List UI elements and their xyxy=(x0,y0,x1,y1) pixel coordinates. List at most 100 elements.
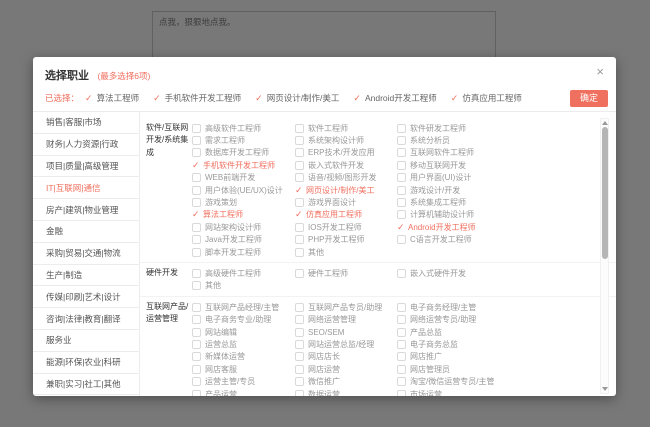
sidebar-item-category[interactable]: 传媒|印刷|艺术|设计 xyxy=(33,286,139,308)
job-option[interactable]: 产品运营 xyxy=(192,388,295,396)
job-option[interactable]: 软件研发工程师 xyxy=(397,122,547,134)
sidebar-item-category[interactable]: 能源|环保|农业|科研 xyxy=(33,352,139,374)
job-option[interactable]: 游戏策划 xyxy=(192,196,295,208)
job-option[interactable]: 计算机辅助设计师 xyxy=(397,209,547,221)
job-option[interactable]: C语言开发工程师 xyxy=(397,234,547,246)
job-option[interactable]: 运营总监 xyxy=(192,338,295,350)
selected-job-label: Android开发工程师 xyxy=(365,92,437,104)
job-option[interactable]: 其他 xyxy=(295,246,397,258)
job-option[interactable]: 网店推广 xyxy=(397,351,547,363)
close-icon[interactable]: × xyxy=(596,65,604,78)
job-option[interactable]: 网店管理员 xyxy=(397,363,547,375)
scrollbar-thumb[interactable] xyxy=(602,127,608,259)
sidebar-item-category[interactable]: 销售|客服|市场 xyxy=(33,112,139,134)
checkbox-icon xyxy=(295,365,304,374)
sidebar-item-category[interactable]: 咨询|法律|教育|翻译 xyxy=(33,308,139,330)
scrollbar[interactable] xyxy=(600,118,609,394)
sidebar-item-category[interactable]: IT|互联网|通信 xyxy=(33,177,139,199)
job-option[interactable]: 网站架构设计师 xyxy=(192,221,295,233)
job-option[interactable]: 互联网产品专员/助理 xyxy=(295,301,397,313)
job-option[interactable]: 运营主管/专员 xyxy=(192,375,295,387)
job-option[interactable]: 移动互联网开发 xyxy=(397,159,547,171)
job-option[interactable]: 互联网产品经理/主管 xyxy=(192,301,295,313)
job-option[interactable]: 新媒体运营 xyxy=(192,351,295,363)
job-option[interactable]: 微信推广 xyxy=(295,375,397,387)
check-icon: ✓ xyxy=(295,186,304,195)
job-option[interactable]: 网店店长 xyxy=(295,351,397,363)
job-option[interactable]: 高级硬件工程师 xyxy=(192,267,295,279)
job-option[interactable]: 电子商务专业/助理 xyxy=(192,313,295,325)
job-option[interactable]: 市场运营 xyxy=(397,388,547,396)
job-option[interactable]: 软件工程师 xyxy=(295,122,397,134)
job-option[interactable]: 语音/视频/图形开发 xyxy=(295,172,397,184)
job-option-label: 产品运营 xyxy=(205,389,237,397)
sidebar-item-category[interactable]: 采购|贸易|交通|物流 xyxy=(33,243,139,265)
job-option[interactable]: ✓算法工程师 xyxy=(192,209,295,221)
sidebar-item-category[interactable]: 兼职|实习|社工|其他 xyxy=(33,374,139,396)
confirm-button[interactable]: 确定 xyxy=(570,90,608,107)
job-option[interactable]: 嵌入式硬件开发 xyxy=(397,267,547,279)
checkbox-icon xyxy=(192,340,201,349)
job-option[interactable]: 游戏设计/开发 xyxy=(397,184,547,196)
job-option[interactable]: 网店客服 xyxy=(192,363,295,375)
check-icon: ✓ xyxy=(153,93,161,104)
job-option[interactable]: 其他 xyxy=(192,280,295,292)
sidebar-item-category[interactable]: 服务业 xyxy=(33,330,139,352)
job-option[interactable]: 系统架构设计师 xyxy=(295,134,397,146)
job-option[interactable]: WEB前端开发 xyxy=(192,172,295,184)
job-option[interactable]: 淘宝/微信运营专员/主管 xyxy=(397,375,547,387)
sidebar-item-category[interactable]: 生产|制造 xyxy=(33,265,139,287)
job-option[interactable]: 产品总监 xyxy=(397,326,547,338)
checkbox-icon xyxy=(192,173,201,182)
job-option[interactable]: ✓Android开发工程师 xyxy=(397,221,547,233)
job-option-label: 电子商务专业/助理 xyxy=(205,314,271,325)
checkbox-icon xyxy=(192,223,201,232)
job-option[interactable]: 网站编辑 xyxy=(192,326,295,338)
job-option[interactable]: 脚本开发工程师 xyxy=(192,246,295,258)
job-option[interactable]: Java开发工程师 xyxy=(192,234,295,246)
check-icon: ✓ xyxy=(295,210,304,219)
job-option[interactable]: 嵌入式软件开发 xyxy=(295,159,397,171)
background-prompt-link[interactable]: 点我，狠狠地点我。 xyxy=(153,12,242,32)
job-option[interactable]: ✓网页设计/制作/美工 xyxy=(295,184,397,196)
job-option[interactable]: 硬件工程师 xyxy=(295,267,397,279)
job-option[interactable]: 需求工程师 xyxy=(192,134,295,146)
job-option[interactable]: 用户界面(UI)设计 xyxy=(397,172,547,184)
selected-job-item[interactable]: ✓仿真应用工程师 xyxy=(451,92,522,104)
sidebar-item-category[interactable]: 项目|质量|高级管理 xyxy=(33,156,139,178)
scroll-down-arrow-icon[interactable] xyxy=(602,387,608,391)
checkbox-icon xyxy=(192,136,201,145)
job-option[interactable]: 网络运营管理 xyxy=(295,313,397,325)
job-option-label: WEB前端开发 xyxy=(205,172,255,183)
job-option[interactable]: 数据运营 xyxy=(295,388,397,396)
selected-job-item[interactable]: ✓手机软件开发工程师 xyxy=(153,92,241,104)
job-option[interactable]: 系统分析员 xyxy=(397,134,547,146)
check-icon: ✓ xyxy=(192,161,201,170)
job-option[interactable]: ERP技术/开发应用 xyxy=(295,147,397,159)
job-option[interactable]: 游戏界面设计 xyxy=(295,196,397,208)
sidebar-item-category[interactable]: 房产|建筑|物业管理 xyxy=(33,199,139,221)
job-option[interactable]: 数据库开发工程师 xyxy=(192,147,295,159)
job-option[interactable]: 电子商务经理/主管 xyxy=(397,301,547,313)
job-option[interactable]: 互联网软件工程师 xyxy=(397,147,547,159)
job-option[interactable]: 系统集成工程师 xyxy=(397,196,547,208)
selected-job-item[interactable]: ✓网页设计/制作/美工 xyxy=(255,92,339,104)
job-option[interactable]: ✓仿真应用工程师 xyxy=(295,209,397,221)
job-option[interactable]: 用户体验(UE/UX)设计 xyxy=(192,184,295,196)
job-option[interactable]: 电子商务总监 xyxy=(397,338,547,350)
scroll-up-arrow-icon[interactable] xyxy=(602,121,608,125)
job-option[interactable]: PHP开发工程师 xyxy=(295,234,397,246)
job-option[interactable]: IOS开发工程师 xyxy=(295,221,397,233)
selected-job-item[interactable]: ✓算法工程师 xyxy=(85,92,139,104)
job-option[interactable]: 网站运营总监/经理 xyxy=(295,338,397,350)
job-option-label: 网店运营 xyxy=(308,364,340,375)
job-option[interactable]: SEO/SEM xyxy=(295,326,397,338)
job-option[interactable]: 高级软件工程师 xyxy=(192,122,295,134)
job-option[interactable]: 网店运营 xyxy=(295,363,397,375)
sidebar-item-category[interactable]: 金融 xyxy=(33,221,139,243)
sidebar-item-category[interactable]: 财务|人力资源|行政 xyxy=(33,134,139,156)
job-option-label: 脚本开发工程师 xyxy=(205,247,261,258)
job-option[interactable]: ✓手机软件开发工程师 xyxy=(192,159,295,171)
selected-job-item[interactable]: ✓Android开发工程师 xyxy=(353,92,436,104)
job-option[interactable]: 网络运营专员/助理 xyxy=(397,313,547,325)
